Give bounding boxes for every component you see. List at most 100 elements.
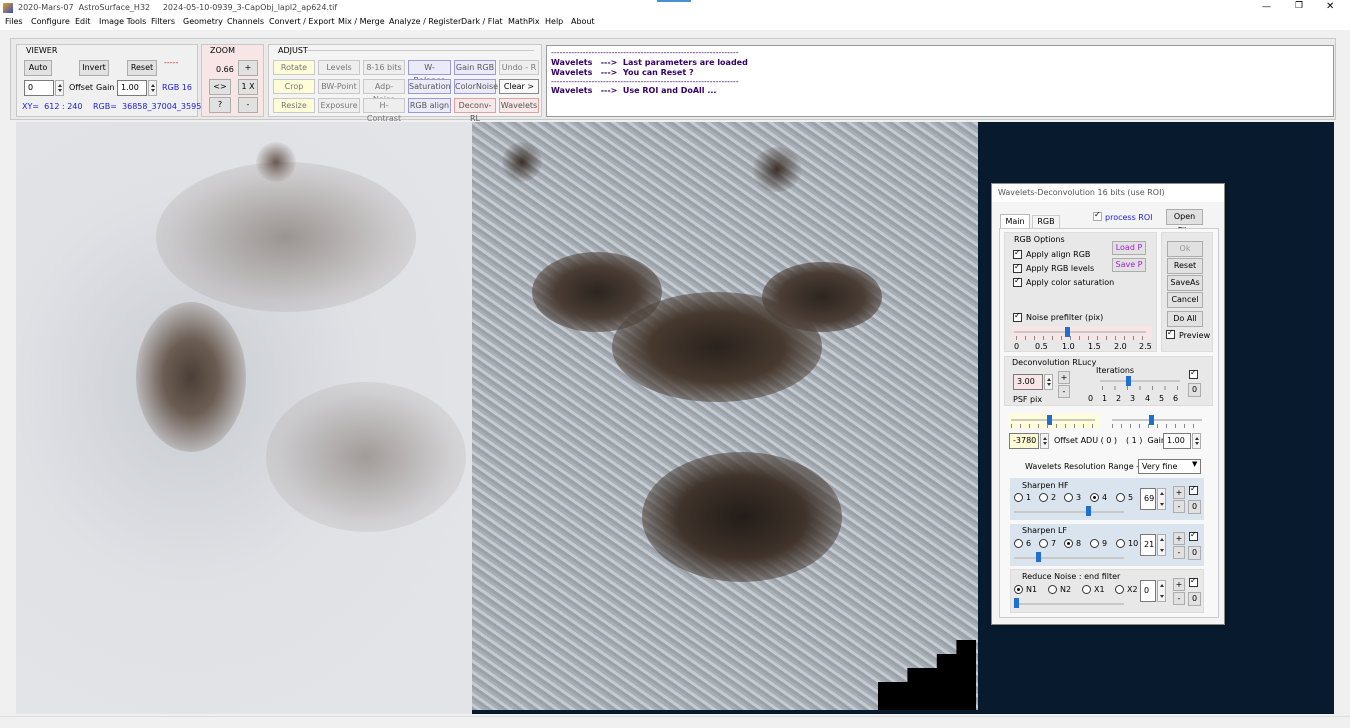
hf-value-field[interactable]: 69 <box>1140 488 1156 510</box>
crop-button[interactable]: Crop <box>273 79 315 94</box>
gain-rgb-button[interactable]: Gain RGB <box>454 60 496 75</box>
rn-radio-n2[interactable] <box>1048 585 1057 594</box>
zoom-help-button[interactable]: ? <box>209 97 231 113</box>
lf-spinner[interactable] <box>1157 534 1166 556</box>
dialog-gain-field[interactable]: 1.00 <box>1163 433 1191 449</box>
menu-dark-flat[interactable]: Dark / Flat <box>461 17 503 26</box>
zoom-in-button[interactable]: + <box>238 60 258 76</box>
hf-radio-3[interactable] <box>1064 493 1073 502</box>
lf-minus-button[interactable]: - <box>1173 546 1185 559</box>
wbalance-button[interactable]: W-Balance <box>408 60 451 85</box>
psf-plus-button[interactable]: + <box>1058 371 1070 384</box>
rgb-align-button[interactable]: RGB align <box>408 98 451 113</box>
apply-sat-checkbox[interactable] <box>1013 276 1022 287</box>
close-icon[interactable]: ✕ <box>1326 1 1334 12</box>
zoom-out-button[interactable]: - <box>238 97 258 113</box>
bw-point-button[interactable]: BW-Point <box>318 79 360 94</box>
apply-levels-checkbox[interactable] <box>1013 262 1022 273</box>
offset-adu-spinner[interactable] <box>1040 433 1049 449</box>
lf-radio-7[interactable] <box>1039 539 1048 548</box>
lf-radio-8[interactable] <box>1064 539 1073 548</box>
menu-analyze-register[interactable]: Analyze / Register <box>389 17 461 26</box>
rn-thumb[interactable] <box>1014 598 1019 608</box>
auto-button[interactable]: Auto <box>24 60 52 76</box>
iterations-thumb[interactable] <box>1126 376 1131 386</box>
zoom-fit-button[interactable]: <> <box>209 79 231 95</box>
lf-radio-6[interactable] <box>1014 539 1023 548</box>
reset-button[interactable]: Reset <box>127 60 157 76</box>
rn-zero-button[interactable]: 0 <box>1188 592 1201 606</box>
zoom-one-button[interactable]: 1 X <box>238 79 258 95</box>
menu-about[interactable]: About <box>571 17 595 26</box>
rn-value-field[interactable]: 0 <box>1140 580 1156 602</box>
lf-zero-button[interactable]: 0 <box>1188 546 1201 560</box>
hf-checkbox[interactable] <box>1189 484 1198 495</box>
offset-spinner[interactable] <box>55 80 64 96</box>
clear-button[interactable]: Clear > <box>499 79 539 94</box>
apply-align-checkbox[interactable] <box>1013 248 1022 259</box>
preview-checkbox[interactable] <box>1166 328 1175 339</box>
gain-spinner[interactable] <box>148 80 157 96</box>
menu-image-tools[interactable]: Image Tools <box>99 17 146 26</box>
lf-thumb[interactable] <box>1036 552 1042 562</box>
dialog-reset-button[interactable]: Reset <box>1167 258 1203 274</box>
wavelets-button[interactable]: Wavelets <box>499 98 539 113</box>
psf-spinner[interactable] <box>1044 374 1053 390</box>
open-file-button[interactable]: Open File <box>1166 209 1203 235</box>
menu-edit[interactable]: Edit <box>75 17 91 26</box>
rn-minus-button[interactable]: - <box>1173 592 1185 605</box>
resize-button[interactable]: Resize <box>273 98 315 113</box>
lf-plus-button[interactable]: + <box>1173 532 1185 545</box>
cancel-button[interactable]: Cancel <box>1167 292 1203 308</box>
hf-zero-button[interactable]: 0 <box>1188 500 1201 514</box>
rn-radio-x1[interactable] <box>1082 585 1091 594</box>
menu-filters[interactable]: Filters <box>151 17 175 26</box>
hf-plus-button[interactable]: + <box>1173 486 1185 499</box>
saturation-button[interactable]: Saturation <box>408 79 451 94</box>
menu-geometry[interactable]: Geometry <box>183 17 223 26</box>
lf-radio-9[interactable] <box>1090 539 1099 548</box>
menu-mathpix[interactable]: MathPix <box>508 17 540 26</box>
colornoise-button[interactable]: ColorNoise <box>454 79 498 94</box>
do-all-button[interactable]: Do All <box>1167 311 1203 327</box>
save-p-button[interactable]: Save P <box>1112 258 1146 272</box>
gain-field[interactable]: 1.00 <box>117 80 147 96</box>
iterations-zero-button[interactable]: 0 <box>1188 383 1201 397</box>
invert-button[interactable]: Invert <box>79 60 109 76</box>
rn-radio-n1[interactable] <box>1014 585 1023 594</box>
menu-help[interactable]: Help <box>545 17 563 26</box>
rotate-button[interactable]: Rotate <box>273 60 315 75</box>
rn-plus-button[interactable]: + <box>1173 578 1185 591</box>
h-contrast-button[interactable]: H-Contrast <box>363 98 405 123</box>
menu-mix-merge[interactable]: Mix / Merge <box>338 17 385 26</box>
rn-checkbox[interactable] <box>1189 576 1198 587</box>
undo-r-button[interactable]: Undo - R <box>499 60 539 75</box>
rn-radio-x2[interactable] <box>1115 585 1124 594</box>
levels-button[interactable]: Levels <box>318 60 360 75</box>
menu-files[interactable]: Files <box>5 17 23 26</box>
hf-minus-button[interactable]: - <box>1173 500 1185 513</box>
noise-prefilter-checkbox[interactable] <box>1013 311 1022 322</box>
hf-thumb[interactable] <box>1086 506 1092 516</box>
dialog-gain-spinner[interactable] <box>1192 433 1201 449</box>
load-p-button[interactable]: Load P <box>1112 241 1146 255</box>
bits-button[interactable]: 8-16 bits <box>363 60 405 75</box>
hf-radio-4[interactable] <box>1090 493 1099 502</box>
chevron-down-icon[interactable]: ▼ <box>1192 460 1197 468</box>
menu-configure[interactable]: Configure <box>31 17 70 26</box>
hf-radio-1[interactable] <box>1014 493 1023 502</box>
adp-noise-button[interactable]: Adp-Noise <box>363 79 405 104</box>
hf-spinner[interactable] <box>1157 488 1166 510</box>
ok-button[interactable]: Ok <box>1167 241 1203 257</box>
psf-minus-button[interactable]: - <box>1058 385 1070 398</box>
lf-checkbox[interactable] <box>1189 530 1198 541</box>
exposure-button[interactable]: Exposure <box>318 98 360 113</box>
menu-convert-export[interactable]: Convert / Export <box>269 17 335 26</box>
psf-field[interactable]: 3.00 <box>1013 374 1043 390</box>
offset-field[interactable]: 0 <box>24 80 54 96</box>
restore-icon[interactable]: ❐ <box>1295 1 1303 11</box>
process-roi-checkbox[interactable] <box>1093 210 1102 221</box>
lf-radio-10[interactable] <box>1116 539 1125 548</box>
hf-radio-2[interactable] <box>1039 493 1048 502</box>
lf-value-field[interactable]: 21 <box>1140 534 1156 556</box>
